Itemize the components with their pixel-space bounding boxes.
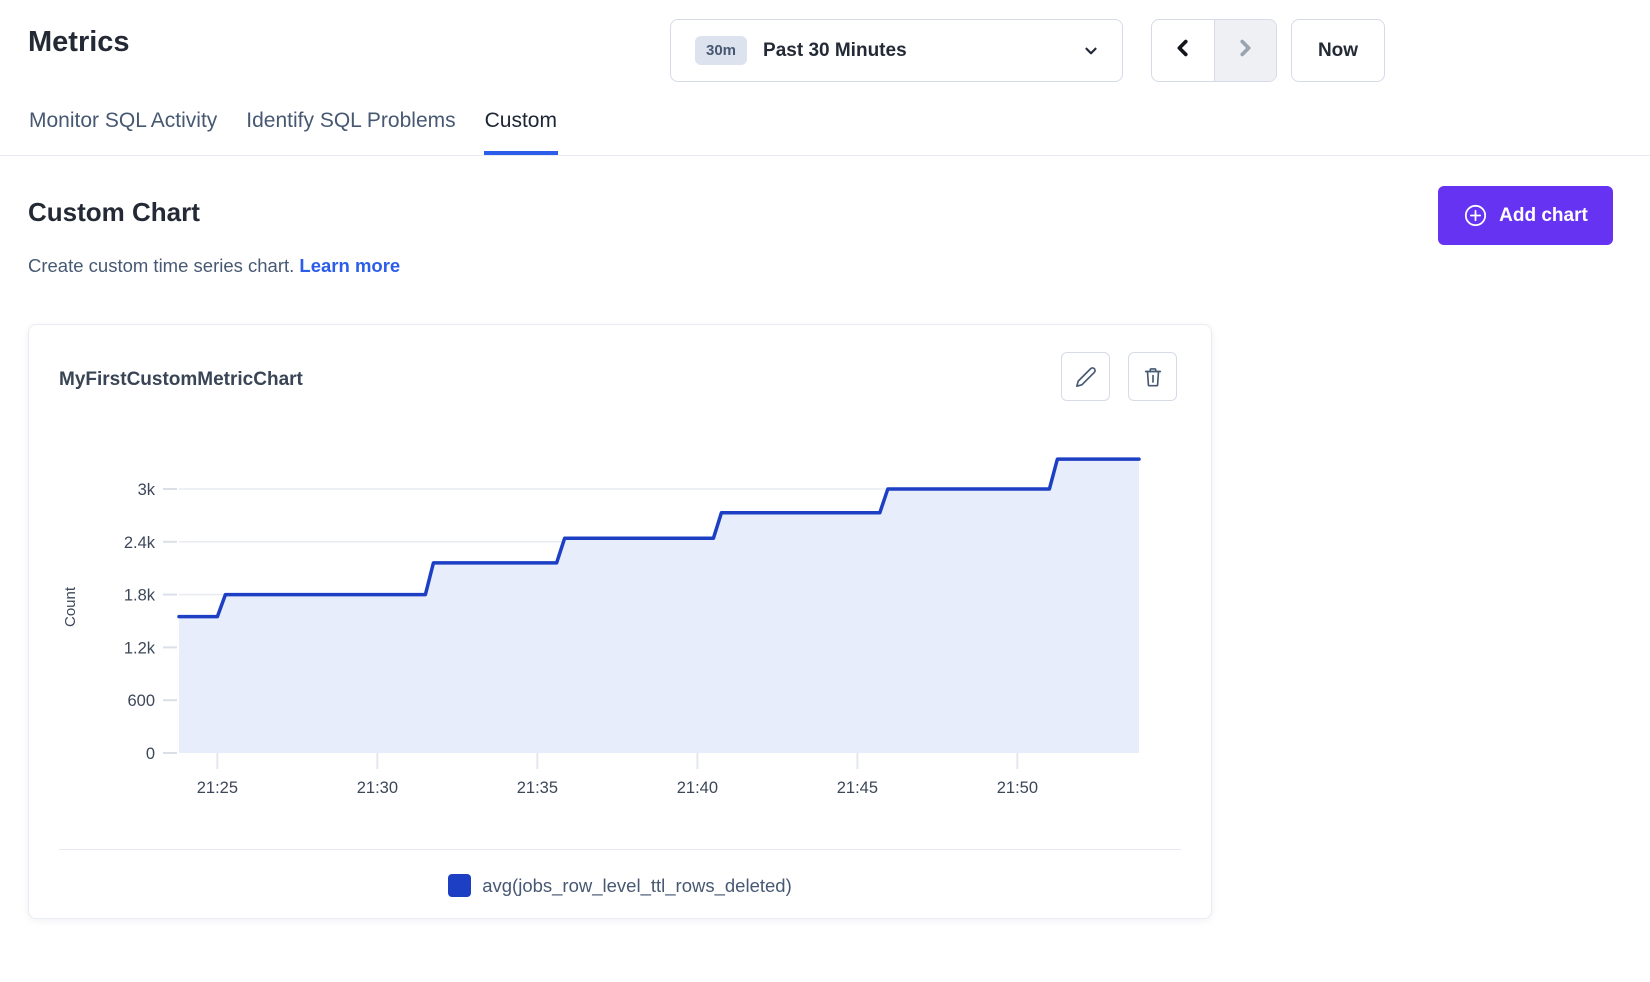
legend-divider (59, 849, 1181, 850)
chart-plot-area[interactable]: 0 600 1.2k 1.8k 2.4k 3k 21:25 21:30 21:35 21:40 21… (29, 421, 1213, 821)
pencil-icon (1075, 366, 1097, 388)
trash-icon (1142, 366, 1164, 388)
svg-text:3k: 3k (138, 481, 156, 499)
page-title: Metrics (28, 26, 130, 59)
subtitle-text: Create custom time series chart. (28, 255, 294, 276)
section-title: Custom Chart (28, 197, 200, 228)
chart-title: MyFirstCustomMetricChart (59, 369, 303, 391)
time-nav-group (1151, 19, 1277, 82)
tab-monitor-sql-activity[interactable]: Monitor SQL Activity (28, 101, 218, 155)
time-range-selector[interactable]: 30m Past 30 Minutes (670, 19, 1123, 82)
plus-circle-icon (1463, 203, 1488, 228)
svg-text:21:25: 21:25 (197, 779, 238, 797)
svg-text:21:30: 21:30 (357, 779, 398, 797)
legend-label: avg(jobs_row_level_ttl_rows_deleted) (482, 875, 792, 897)
legend-swatch (448, 874, 471, 897)
add-chart-label: Add chart (1499, 205, 1588, 227)
svg-text:21:35: 21:35 (517, 779, 558, 797)
custom-chart-svg: 0 600 1.2k 1.8k 2.4k 3k 21:25 21:30 21:35 21:40 21… (29, 421, 1213, 821)
svg-text:21:40: 21:40 (677, 779, 718, 797)
delete-chart-button[interactable] (1128, 352, 1177, 401)
custom-chart-card: MyFirstCustomMetricChart 0 600 1.2k 1.8k 2.4… (28, 324, 1212, 919)
time-range-label: Past 30 Minutes (763, 40, 907, 62)
learn-more-link[interactable]: Learn more (299, 255, 400, 276)
metrics-page: Metrics 30m Past 30 Minutes Now Monitor … (0, 0, 1650, 982)
svg-text:2.4k: 2.4k (124, 534, 156, 552)
time-range-badge: 30m (695, 36, 747, 65)
svg-text:1.8k: 1.8k (124, 587, 156, 605)
chevron-left-icon (1172, 37, 1194, 64)
svg-text:Count: Count (62, 586, 79, 627)
svg-text:21:45: 21:45 (837, 779, 878, 797)
tab-bar: Monitor SQL Activity Identify SQL Proble… (0, 101, 1650, 156)
tab-custom[interactable]: Custom (484, 101, 558, 155)
edit-chart-button[interactable] (1061, 352, 1110, 401)
svg-text:21:50: 21:50 (997, 779, 1038, 797)
tab-identify-sql-problems[interactable]: Identify SQL Problems (245, 101, 456, 155)
section-subtitle: Create custom time series chart. Learn m… (28, 255, 400, 277)
now-button[interactable]: Now (1291, 19, 1385, 82)
chevron-down-icon (1082, 42, 1100, 60)
svg-text:0: 0 (146, 745, 155, 763)
chevron-right-icon (1234, 37, 1256, 64)
prev-time-button[interactable] (1152, 20, 1215, 81)
svg-text:1.2k: 1.2k (124, 639, 156, 657)
add-chart-button[interactable]: Add chart (1438, 186, 1613, 245)
svg-text:600: 600 (127, 692, 155, 710)
next-time-button[interactable] (1215, 20, 1277, 81)
chart-legend-item[interactable]: avg(jobs_row_level_ttl_rows_deleted) (29, 874, 1211, 897)
